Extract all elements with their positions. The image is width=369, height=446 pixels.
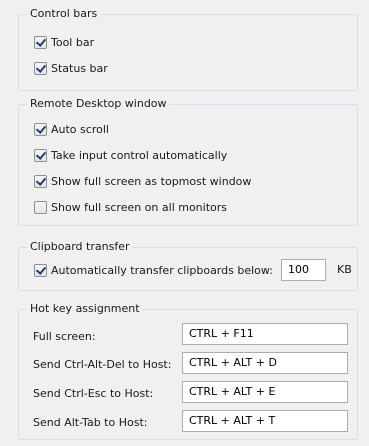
- hotkey-label-ctrl-esc: Send Ctrl-Esc to Host:: [33, 387, 154, 400]
- hotkey-input-ctrl-esc[interactable]: CTRL + ALT + E: [182, 381, 348, 403]
- hotkey-input-fullscreen[interactable]: CTRL + F11: [182, 323, 348, 345]
- control-bars-title: Control bars: [27, 7, 101, 21]
- fullscreen-all-monitors-row[interactable]: Show full screen on all monitors: [34, 199, 227, 215]
- auto-scroll-row[interactable]: Auto scroll: [34, 121, 109, 137]
- settings-panel: Control bars Tool bar Status bar Remote …: [0, 0, 369, 446]
- clipboard-group: Clipboard transfer Automatically transfe…: [18, 240, 358, 291]
- clipboard-transfer-checkbox[interactable]: [34, 263, 47, 277]
- hotkey-label-fullscreen: Full screen:: [33, 330, 96, 343]
- take-input-control-checkbox[interactable]: [34, 148, 47, 162]
- clipboard-transfer-label: Automatically transfer clipboards below:: [51, 263, 273, 277]
- auto-scroll-label: Auto scroll: [51, 122, 109, 136]
- take-input-control-label: Take input control automatically: [51, 148, 228, 162]
- toolbar-label: Tool bar: [51, 35, 95, 49]
- clipboard-size-input[interactable]: 100: [281, 259, 326, 281]
- take-input-control-row[interactable]: Take input control automatically: [34, 147, 227, 163]
- clipboard-title: Clipboard transfer: [27, 240, 133, 254]
- fullscreen-all-monitors-label: Show full screen on all monitors: [51, 200, 228, 214]
- hotkey-label-alt-tab: Send Alt-Tab to Host:: [33, 416, 148, 429]
- auto-scroll-checkbox[interactable]: [34, 122, 47, 136]
- control-bars-group: Control bars Tool bar Status bar: [18, 7, 358, 91]
- remote-desktop-group: Remote Desktop window Auto scroll Take i…: [18, 97, 358, 226]
- hotkey-group: Hot key assignment Full screen: CTRL + F…: [18, 302, 358, 440]
- hotkey-label-ctrl-alt-del: Send Ctrl-Alt-Del to Host:: [33, 358, 172, 371]
- hotkey-input-ctrl-alt-del[interactable]: CTRL + ALT + D: [182, 352, 348, 374]
- toolbar-checkbox[interactable]: [34, 35, 47, 49]
- toolbar-checkbox-row[interactable]: Tool bar: [34, 34, 94, 50]
- clipboard-transfer-row[interactable]: Automatically transfer clipboards below:: [34, 262, 273, 278]
- fullscreen-topmost-checkbox[interactable]: [34, 174, 47, 188]
- fullscreen-topmost-label: Show full screen as topmost window: [51, 174, 252, 188]
- statusbar-checkbox-row[interactable]: Status bar: [34, 60, 108, 76]
- statusbar-checkbox[interactable]: [34, 61, 47, 75]
- hotkey-title: Hot key assignment: [27, 302, 143, 316]
- hotkey-input-alt-tab[interactable]: CTRL + ALT + T: [182, 410, 348, 432]
- statusbar-label: Status bar: [51, 61, 108, 75]
- fullscreen-topmost-row[interactable]: Show full screen as topmost window: [34, 173, 251, 189]
- remote-desktop-title: Remote Desktop window: [27, 97, 170, 111]
- fullscreen-all-monitors-checkbox[interactable]: [34, 200, 47, 214]
- clipboard-size-unit: KB: [337, 263, 352, 276]
